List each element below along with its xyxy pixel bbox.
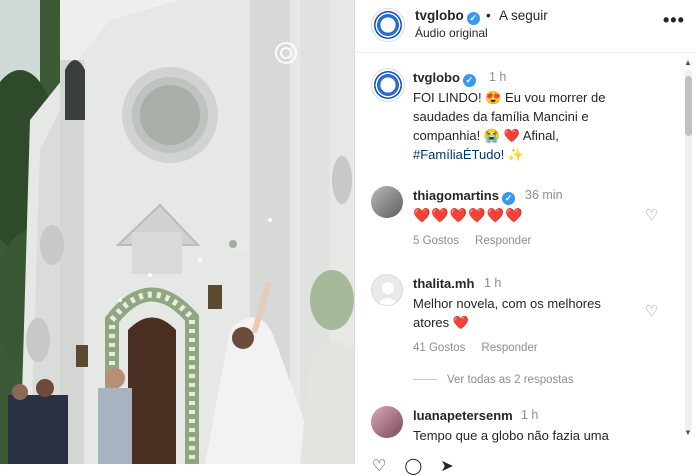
verified-icon: ✓ [466, 12, 480, 25]
reply-button[interactable]: Responder [475, 235, 531, 247]
account-name-text[interactable]: tvglobo [415, 8, 464, 23]
comment-line: atores ❤️ [413, 315, 469, 330]
like-comment-heart-icon[interactable]: ♡ [645, 302, 658, 320]
comment-text: Melhor novela, com os melhores atores ❤️ [413, 294, 643, 332]
caption-author-text[interactable]: tvglobo [413, 70, 460, 85]
comment-actions: 5 Gostos Responder [413, 235, 547, 247]
original-audio-link[interactable]: Áudio original [415, 26, 488, 40]
globo-logo-icon [374, 11, 402, 39]
separator-dot: • [486, 8, 491, 23]
globo-logo-icon [374, 71, 402, 99]
replies-divider [413, 379, 437, 381]
comment-icon[interactable]: ◯ [404, 458, 440, 475]
view-once-icon [275, 42, 297, 64]
comment-time[interactable]: 1 h [521, 408, 538, 422]
comment-text: Tempo que a globo não fazia uma [413, 428, 609, 443]
account-avatar[interactable] [371, 8, 405, 42]
like-heart-icon[interactable]: ♡ [372, 458, 404, 475]
scroll-down-arrow-icon[interactable]: ▼ [684, 428, 692, 437]
commenter-avatar-placeholder[interactable] [371, 274, 403, 306]
comment-time[interactable]: 36 min [525, 188, 563, 202]
verified-icon: ✓ [501, 192, 515, 205]
post-actions-row: ♡◯➤ [372, 456, 472, 476]
verified-icon: ✓ [462, 74, 476, 87]
view-replies-button[interactable]: Ver todas as 2 respostas [413, 374, 574, 386]
caption-text: FOI LINDO! 😍 Eu vou morrer de saudades d… [413, 88, 673, 164]
comment-actions: 41 Gostos Responder [413, 342, 554, 354]
more-options-icon[interactable]: ••• [663, 10, 685, 31]
scroll-up-arrow-icon[interactable]: ▲ [684, 58, 692, 67]
caption-line: FOI LINDO! 😍 Eu vou morrer de [413, 90, 606, 105]
sparkles-emoji: ✨ [504, 147, 525, 162]
comment-author[interactable]: thiagomartins ✓ [413, 188, 515, 205]
like-comment-heart-icon[interactable]: ♡ [645, 206, 658, 224]
default-user-icon [377, 282, 399, 305]
scrollbar-thumb[interactable] [685, 76, 692, 136]
hashtag-link[interactable]: #FamíliaÉTudo! [413, 147, 504, 162]
comment-time[interactable]: 1 h [484, 276, 501, 290]
commenter-avatar[interactable] [371, 406, 403, 438]
post-header: tvglobo ✓ • A seguir Áudio original ••• [355, 0, 696, 53]
following-button[interactable]: A seguir [499, 8, 548, 23]
comment-author[interactable]: thalita.mh [413, 276, 474, 291]
caption-line: companhia! 😭 ❤️ Afinal, [413, 128, 559, 143]
comment-author-text[interactable]: thiagomartins [413, 188, 499, 203]
comment-likes[interactable]: 41 Gostos [413, 342, 465, 354]
view-replies-label[interactable]: Ver todas as 2 respostas [447, 374, 574, 386]
comment-author[interactable]: luanapetersenm [413, 408, 513, 423]
caption-line: saudades da família Mancini e [413, 109, 589, 124]
post-photo[interactable] [0, 0, 354, 464]
comment-line: Melhor novela, com os melhores [413, 296, 601, 311]
caption-time[interactable]: 1 h [489, 70, 506, 84]
commenter-avatar[interactable] [371, 186, 403, 218]
church-wedding-scene [0, 0, 354, 464]
post-side-panel: tvglobo ✓ • A seguir Áudio original ••• t… [354, 0, 696, 464]
caption-author[interactable]: tvglobo ✓ [413, 70, 476, 87]
comment-likes[interactable]: 5 Gostos [413, 235, 459, 247]
share-icon[interactable]: ➤ [440, 458, 471, 475]
comment-text: ❤️❤️❤️❤️❤️❤️ [413, 207, 524, 223]
account-name[interactable]: tvglobo ✓ [415, 8, 480, 25]
caption-avatar[interactable] [371, 68, 405, 102]
reply-button[interactable]: Responder [481, 342, 537, 354]
